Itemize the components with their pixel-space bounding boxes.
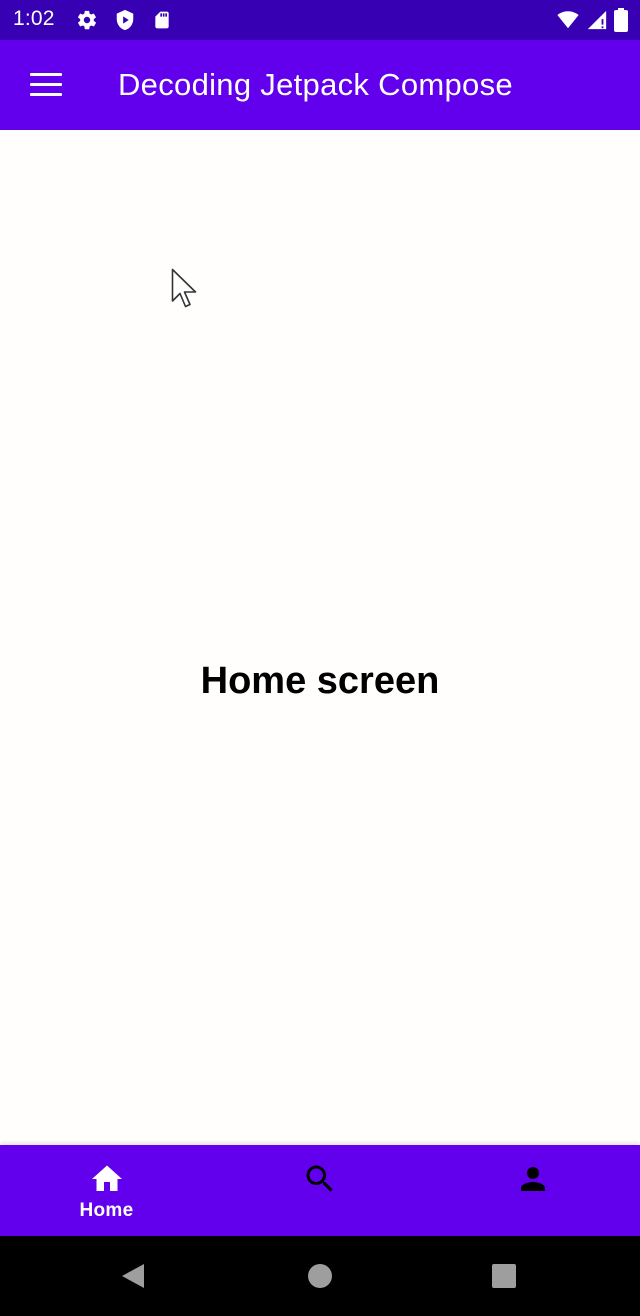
status-notification-icons: [76, 9, 172, 36]
app-title: Decoding Jetpack Compose: [118, 67, 513, 102]
nav-item-label: Home: [79, 1200, 134, 1221]
nav-item-profile[interactable]: [426, 1145, 639, 1236]
nav-item-search[interactable]: [213, 1145, 426, 1236]
back-icon[interactable]: [120, 1262, 146, 1295]
recents-icon[interactable]: [491, 1262, 517, 1295]
search-icon: [302, 1161, 338, 1202]
home-screen-label: Home screen: [200, 660, 440, 702]
mouse-pointer-icon: [171, 268, 201, 315]
system-navigation-bar: [0, 1236, 640, 1316]
bottom-navigation: Home: [0, 1145, 640, 1236]
shield-play-icon: [114, 9, 136, 36]
wifi-icon: [556, 9, 580, 36]
status-system-icons: [556, 8, 628, 37]
nav-item-home[interactable]: Home: [0, 1145, 213, 1236]
home-content: Home screen: [0, 130, 640, 1145]
home-circle-icon[interactable]: [307, 1262, 333, 1295]
cellular-signal-icon: [586, 9, 608, 36]
home-icon: [89, 1161, 125, 1202]
sd-card-icon: [152, 9, 172, 36]
gear-icon: [76, 9, 98, 36]
menu-icon[interactable]: [30, 73, 62, 97]
top-app-bar: Decoding Jetpack Compose: [0, 40, 640, 130]
battery-icon: [614, 8, 628, 37]
person-icon: [515, 1161, 551, 1202]
status-time: 1:02: [13, 7, 55, 30]
status-bar: 1:02: [0, 0, 640, 40]
